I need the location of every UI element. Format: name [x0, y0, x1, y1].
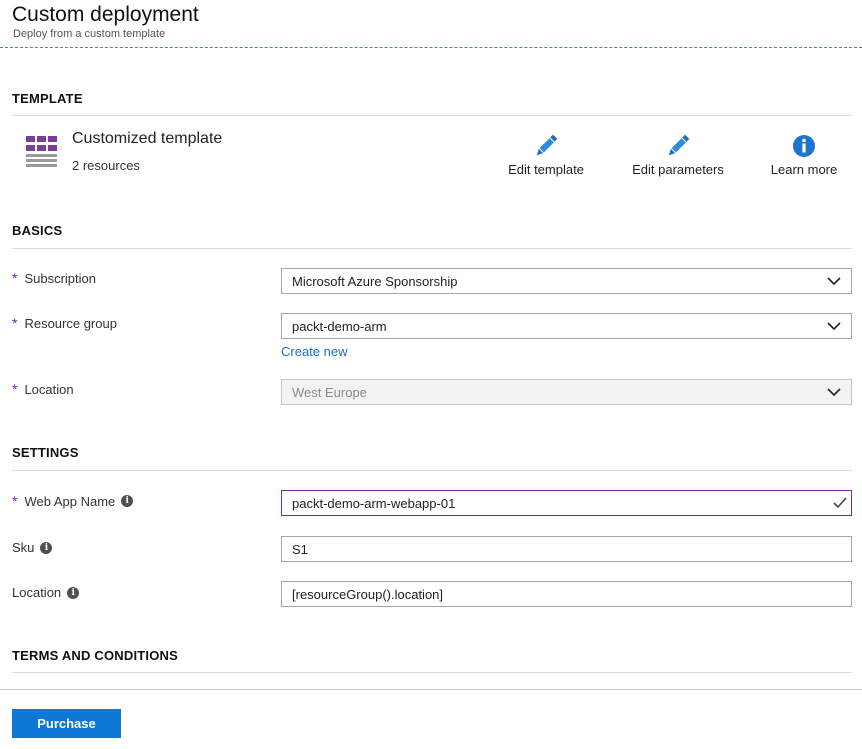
learn-more-label: Learn more	[770, 162, 838, 177]
learn-more-button[interactable]: Learn more	[766, 133, 842, 177]
pencil-icon	[668, 134, 690, 156]
info-icon[interactable]: i	[67, 586, 80, 599]
chevron-down-icon	[827, 277, 841, 286]
subscription-value: Microsoft Azure Sponsorship	[292, 274, 458, 289]
checkmark-icon	[833, 497, 847, 509]
sku-label-text: Sku	[12, 540, 35, 555]
sku-label: Sku i	[12, 540, 53, 555]
subscription-dropdown[interactable]: Microsoft Azure Sponsorship	[281, 268, 852, 294]
edit-template-label: Edit template	[508, 162, 584, 177]
settings-location-value: [resourceGroup().location]	[292, 587, 444, 602]
template-resource-count: 2 resources	[72, 158, 140, 173]
resource-group-dropdown[interactable]: packt-demo-arm	[281, 313, 852, 339]
purchase-button[interactable]: Purchase	[12, 709, 121, 738]
subscription-label-text: Subscription	[24, 270, 96, 286]
location-label-text: Location	[24, 381, 74, 397]
page-title: Custom deployment	[12, 3, 199, 26]
location-value: West Europe	[292, 385, 367, 400]
edit-parameters-label: Edit parameters	[632, 162, 724, 177]
required-asterisk: *	[12, 381, 18, 397]
web-app-name-label: * Web App Name i	[12, 493, 134, 509]
blade-header: Custom deployment Deploy from a custom t…	[0, 0, 862, 48]
sku-value: S1	[292, 542, 308, 557]
template-divider	[12, 115, 852, 116]
info-icon[interactable]: i	[121, 495, 134, 507]
web-app-name-value: packt-demo-arm-webapp-01	[292, 496, 456, 511]
chevron-down-icon	[827, 388, 841, 397]
basics-section-title: BASICS	[12, 223, 63, 238]
web-app-name-label-text: Web App Name	[24, 493, 116, 509]
required-asterisk: *	[12, 270, 18, 286]
settings-divider	[12, 470, 852, 471]
settings-location-label-text: Location	[12, 585, 62, 600]
template-grid-icon	[26, 136, 57, 167]
pencil-icon	[536, 134, 558, 156]
template-name: Customized template	[72, 130, 223, 147]
create-new-link[interactable]: Create new	[281, 344, 347, 359]
required-asterisk: *	[12, 493, 18, 509]
custom-deployment-blade: Custom deployment Deploy from a custom t…	[0, 0, 862, 749]
info-icon	[793, 135, 815, 157]
info-icon[interactable]: i	[40, 541, 53, 554]
web-app-name-input[interactable]: packt-demo-arm-webapp-01	[281, 490, 852, 516]
settings-location-input[interactable]: [resourceGroup().location]	[281, 581, 852, 607]
resource-group-value: packt-demo-arm	[292, 319, 387, 334]
template-section-title: TEMPLATE	[12, 91, 83, 106]
required-asterisk: *	[12, 315, 18, 331]
settings-section-title: SETTINGS	[12, 445, 79, 460]
footer-divider	[0, 689, 862, 690]
location-label: * Location	[12, 381, 74, 397]
settings-location-label: Location i	[12, 585, 80, 600]
terms-section-title: TERMS AND CONDITIONS	[12, 648, 179, 663]
location-dropdown[interactable]: West Europe	[281, 379, 852, 405]
terms-divider	[12, 672, 852, 673]
edit-parameters-button[interactable]: Edit parameters	[626, 133, 730, 177]
page-subtitle: Deploy from a custom template	[13, 28, 166, 40]
resource-group-label: * Resource group	[12, 315, 117, 331]
resource-group-label-text: Resource group	[24, 315, 117, 331]
sku-input[interactable]: S1	[281, 536, 852, 562]
subscription-label: * Subscription	[12, 270, 96, 286]
basics-divider	[12, 248, 852, 249]
edit-template-button[interactable]: Edit template	[503, 133, 589, 177]
chevron-down-icon	[827, 322, 841, 331]
